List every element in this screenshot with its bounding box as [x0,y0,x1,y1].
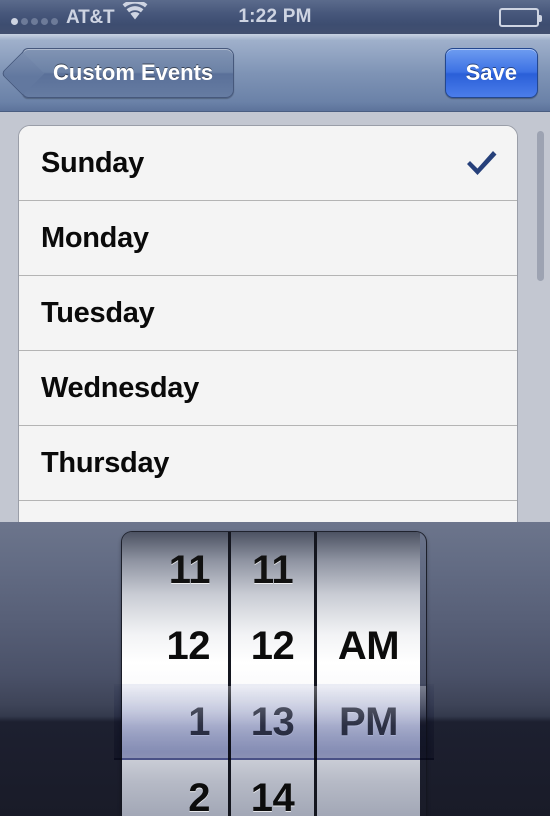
table-row[interactable]: Sunday [19,126,517,201]
day-row-label: Sunday [41,146,144,179]
picker-column-minute[interactable]: 11 12 13 14 [228,532,314,816]
day-of-week-table[interactable]: Sunday Monday Tuesday Wednesday Thursday [18,125,518,522]
battery-icon [499,7,542,27]
content-area: Sunday Monday Tuesday Wednesday Thursday [0,113,550,522]
table-row[interactable]: Tuesday [19,276,517,351]
table-row[interactable] [19,501,517,522]
picker-item[interactable]: AM [317,608,420,684]
status-bar: AT&T 1:22 PM [0,0,550,34]
table-row[interactable]: Wednesday [19,351,517,426]
picker-item[interactable]: 12 [231,608,314,684]
time-picker[interactable]: 11 12 1 2 11 12 13 14 AM PM [0,522,550,816]
table-row[interactable]: Thursday [19,426,517,501]
picker-item[interactable]: 2 [122,760,228,816]
day-row-label: Wednesday [41,371,199,404]
checkmark-icon [465,148,499,178]
picker-column-hour[interactable]: 11 12 1 2 [122,532,228,816]
picker-item[interactable]: 14 [231,760,314,816]
day-row-label: Thursday [41,446,170,479]
scrollbar[interactable] [537,131,544,281]
picker-item[interactable]: 11 [231,532,314,608]
picker-wheels[interactable]: 11 12 1 2 11 12 13 14 AM PM [122,532,426,816]
picker-column-period[interactable]: AM PM [314,532,420,816]
picker-item[interactable]: 12 [122,608,228,684]
back-button-custom-events[interactable]: Custom Events [22,47,235,98]
navigation-bar: Custom Events Save [0,34,550,112]
picker-item[interactable]: PM [317,684,420,760]
picker-item[interactable]: 11 [122,532,228,608]
status-bar-clock: 1:22 PM [238,6,312,27]
table-row[interactable]: Monday [19,201,517,276]
picker-item[interactable]: 13 [231,684,314,760]
picker-item[interactable]: 1 [122,684,228,760]
save-button[interactable]: Save [444,47,538,98]
back-button-label: Custom Events [53,59,214,85]
day-row-label: Tuesday [41,296,155,329]
save-button-label: Save [465,59,517,85]
day-row-label: Monday [41,221,149,254]
